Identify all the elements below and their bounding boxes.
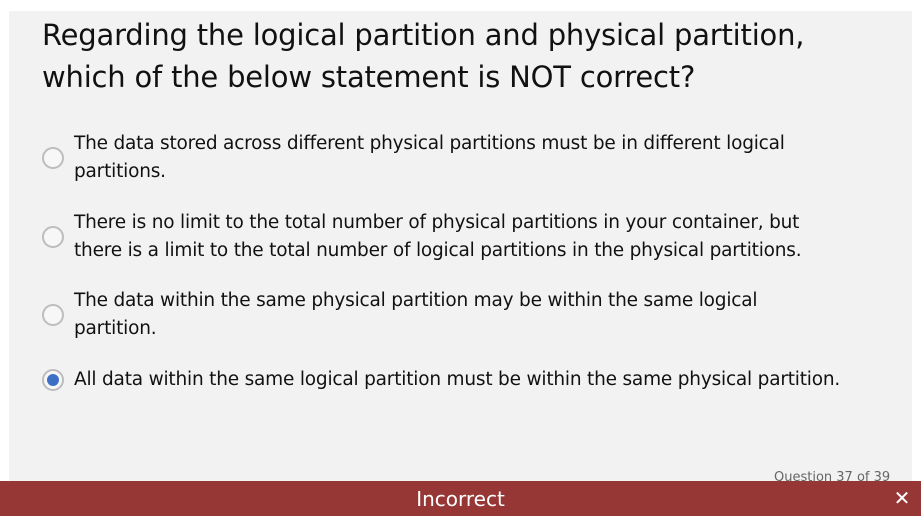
radio-button[interactable]	[42, 304, 64, 326]
option-label: All data within the same logical partiti…	[74, 369, 841, 390]
answer-option-2[interactable]: There is no limit to the total number of…	[42, 209, 842, 265]
feedback-bar: Incorrect ✕	[0, 481, 921, 516]
feedback-status: Incorrect	[416, 487, 505, 511]
option-label: There is no limit to the total number of…	[74, 212, 802, 261]
radio-button[interactable]	[42, 147, 64, 169]
option-label: The data stored across different physica…	[74, 133, 785, 182]
close-icon[interactable]: ✕	[889, 485, 915, 511]
answer-option-4[interactable]: All data within the same logical partiti…	[42, 366, 842, 394]
answer-option-3[interactable]: The data within the same physical partit…	[42, 287, 842, 343]
answer-option-1[interactable]: The data stored across different physica…	[42, 130, 842, 186]
question-text: Regarding the logical partition and phys…	[42, 18, 805, 94]
option-label: The data within the same physical partit…	[74, 290, 758, 339]
radio-button-selected[interactable]	[42, 369, 64, 391]
radio-button[interactable]	[42, 226, 64, 248]
